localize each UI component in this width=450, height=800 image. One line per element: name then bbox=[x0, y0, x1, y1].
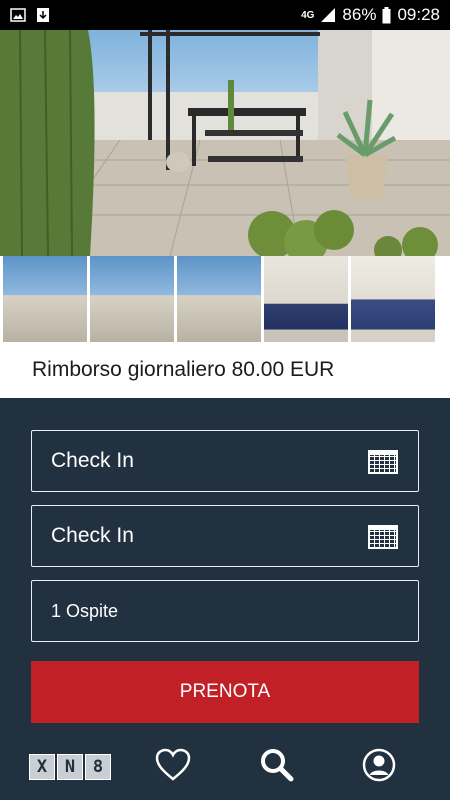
bottom-navigation: X N 8 bbox=[0, 740, 450, 800]
image-notification-icon bbox=[10, 8, 26, 22]
book-button[interactable]: PRENOTA bbox=[31, 661, 419, 723]
status-bar: 4G 86% 09:28 bbox=[0, 0, 450, 30]
check-in-field[interactable]: Check In bbox=[31, 430, 419, 492]
network-type: 4G bbox=[301, 9, 315, 21]
thumbnail-5[interactable] bbox=[351, 256, 435, 342]
logo-letter-n: N bbox=[57, 754, 83, 780]
logo-letter-8: 8 bbox=[85, 754, 111, 780]
guests-label: 1 Ospite bbox=[51, 600, 119, 621]
guests-field[interactable]: 1 Ospite bbox=[31, 580, 419, 642]
check-out-field[interactable]: Check In bbox=[31, 505, 419, 567]
xn8-logo[interactable]: X N 8 bbox=[29, 753, 111, 781]
thumbnail-1[interactable] bbox=[3, 256, 87, 342]
download-notification-icon bbox=[37, 8, 49, 22]
signal-icon bbox=[321, 8, 336, 22]
search-button[interactable] bbox=[260, 748, 294, 782]
thumbnail-3[interactable] bbox=[177, 256, 261, 342]
heart-icon bbox=[155, 748, 191, 781]
check-in-label: Check In bbox=[51, 449, 134, 472]
logo-letter-x: X bbox=[29, 754, 55, 780]
profile-button[interactable] bbox=[362, 748, 396, 782]
calendar-icon[interactable] bbox=[368, 525, 398, 549]
thumbnail-4[interactable] bbox=[264, 256, 348, 342]
terrace-photo-illustration bbox=[0, 30, 450, 256]
main-photo[interactable] bbox=[0, 30, 450, 256]
favorites-button[interactable] bbox=[155, 748, 191, 782]
check-out-label: Check In bbox=[51, 524, 134, 547]
daily-price: Rimborso giornaliero 80.00 EUR bbox=[0, 342, 450, 398]
battery-percent: 86% bbox=[342, 5, 377, 24]
calendar-icon[interactable] bbox=[368, 450, 398, 474]
thumbnail-2[interactable] bbox=[90, 256, 174, 342]
battery-icon bbox=[382, 6, 391, 23]
search-icon bbox=[261, 749, 294, 782]
clock: 09:28 bbox=[397, 5, 440, 24]
photo-thumbnails bbox=[0, 256, 450, 342]
profile-icon bbox=[362, 748, 396, 782]
